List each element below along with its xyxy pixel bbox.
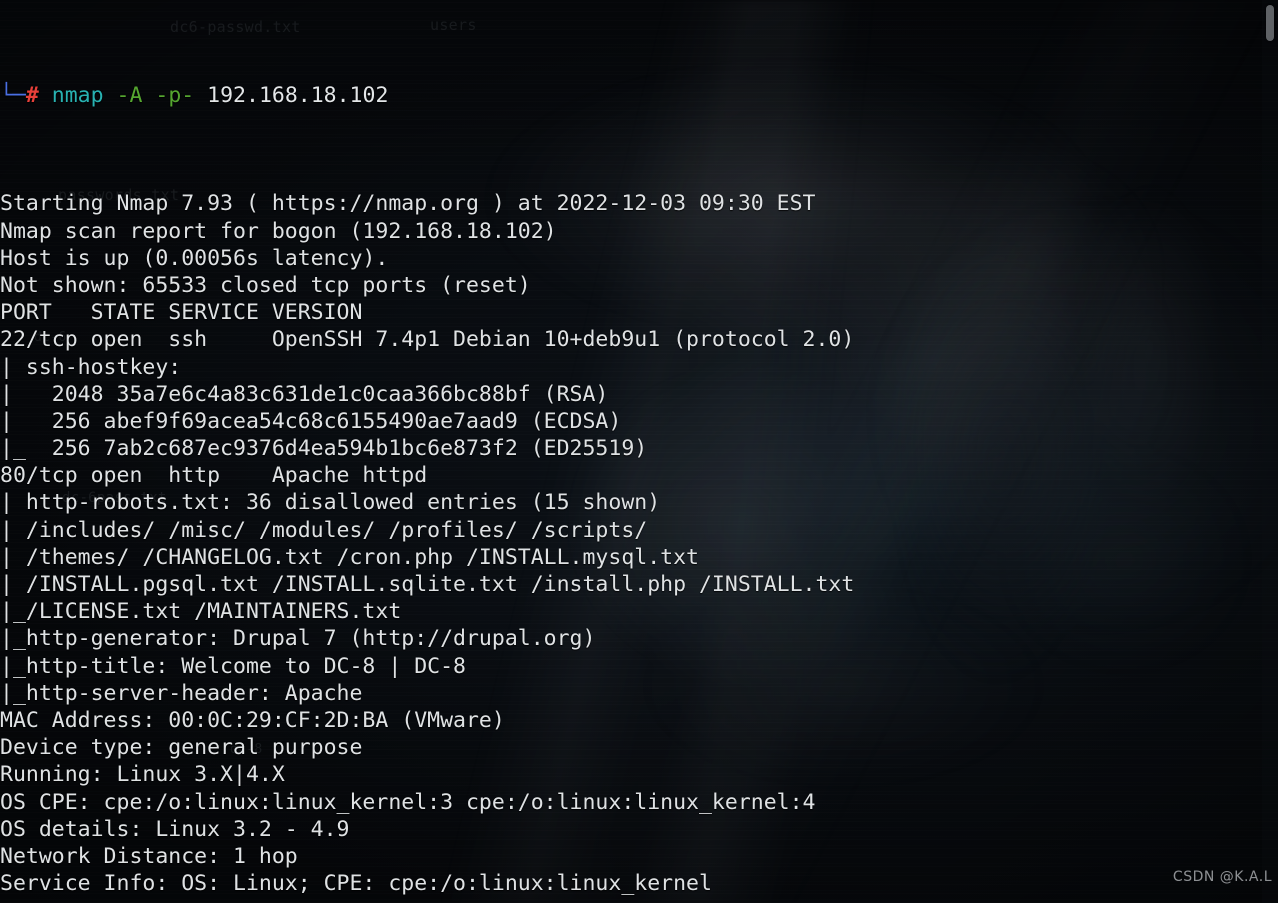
- output-line: | /INSTALL.pgsql.txt /INSTALL.sqlite.txt…: [0, 572, 855, 598]
- output-line: Service Info: OS: Linux; CPE: cpe:/o:lin…: [0, 871, 712, 897]
- output-line: PORT STATE SERVICE VERSION: [0, 300, 363, 326]
- output-line: Not shown: 65533 closed tcp ports (reset…: [0, 272, 531, 298]
- output-line: |_http-server-header: Apache: [0, 680, 363, 706]
- output-line: 22/tcp open ssh OpenSSH 7.4p1 Debian 10+…: [0, 327, 855, 353]
- output-line: | 256 abef9f69acea54c68c6155490ae7aad9 (…: [0, 408, 622, 434]
- output-line: | http-robots.txt: 36 disallowed entries…: [0, 490, 661, 516]
- prompt-line: └─# nmap -A -p- 192.168.18.102: [0, 82, 1278, 109]
- prompt-space-1: [39, 83, 52, 108]
- output-line: Host is up (0.00056s latency).: [0, 245, 389, 271]
- csdn-watermark: CSDN @K.A.L: [1172, 869, 1272, 885]
- output-line: | 2048 35a7e6c4a83c631de1c0caa366bc88bf …: [0, 381, 609, 407]
- output-line: Starting Nmap 7.93 ( https://nmap.org ) …: [0, 191, 816, 217]
- output-line: OS CPE: cpe:/o:linux:linux_kernel:3 cpe:…: [0, 789, 816, 815]
- output-line: |_http-title: Welcome to DC-8 | DC-8: [0, 653, 466, 679]
- terminal-window: dc6-passwd.txt users passwords.txt dc-6 dc-6…: [0, 0, 1278, 903]
- output-line: |_ 256 7ab2c687ec9376d4ea594b1bc6e873f2 …: [0, 436, 648, 462]
- output-line: Device type: general purpose: [0, 735, 363, 761]
- output-line: Nmap scan report for bogon (192.168.18.1…: [0, 218, 557, 244]
- prompt-corner-icon: └─: [0, 82, 26, 108]
- terminal-output-area[interactable]: └─# nmap -A -p- 192.168.18.102 Starting …: [0, 0, 1278, 903]
- output-line: | /includes/ /misc/ /modules/ /profiles/…: [0, 517, 648, 543]
- output-line: Network Distance: 1 hop: [0, 843, 298, 869]
- output-line: MAC Address: 00:0C:29:CF:2D:BA (VMware): [0, 707, 505, 733]
- prompt-hash-symbol: #: [25, 82, 39, 108]
- command-flag-allports: -p-: [155, 82, 195, 108]
- command-flag-a: -A: [116, 82, 143, 108]
- output-line: Running: Linux 3.X|4.X: [0, 762, 285, 788]
- command-target-ip: 192.168.18.102: [207, 82, 389, 108]
- nmap-output-lines: Starting Nmap 7.93 ( https://nmap.org ) …: [0, 190, 1278, 903]
- output-line: | ssh-hostkey:: [0, 354, 182, 380]
- prompt-space-3: [142, 83, 155, 108]
- output-line: OS details: Linux 3.2 - 4.9: [0, 816, 350, 842]
- scrollbar-track[interactable]: [1262, 0, 1278, 903]
- output-line: 80/tcp open http Apache httpd: [0, 463, 428, 489]
- prompt-space-4: [194, 83, 207, 108]
- scrollbar-thumb[interactable]: [1266, 5, 1274, 41]
- output-line: |_http-generator: Drupal 7 (http://drupa…: [0, 626, 596, 652]
- output-line: |_/LICENSE.txt /MAINTAINERS.txt: [0, 599, 402, 625]
- prompt-space-2: [104, 83, 117, 108]
- output-line: | /themes/ /CHANGELOG.txt /cron.php /INS…: [0, 544, 699, 570]
- command-name: nmap: [51, 82, 104, 108]
